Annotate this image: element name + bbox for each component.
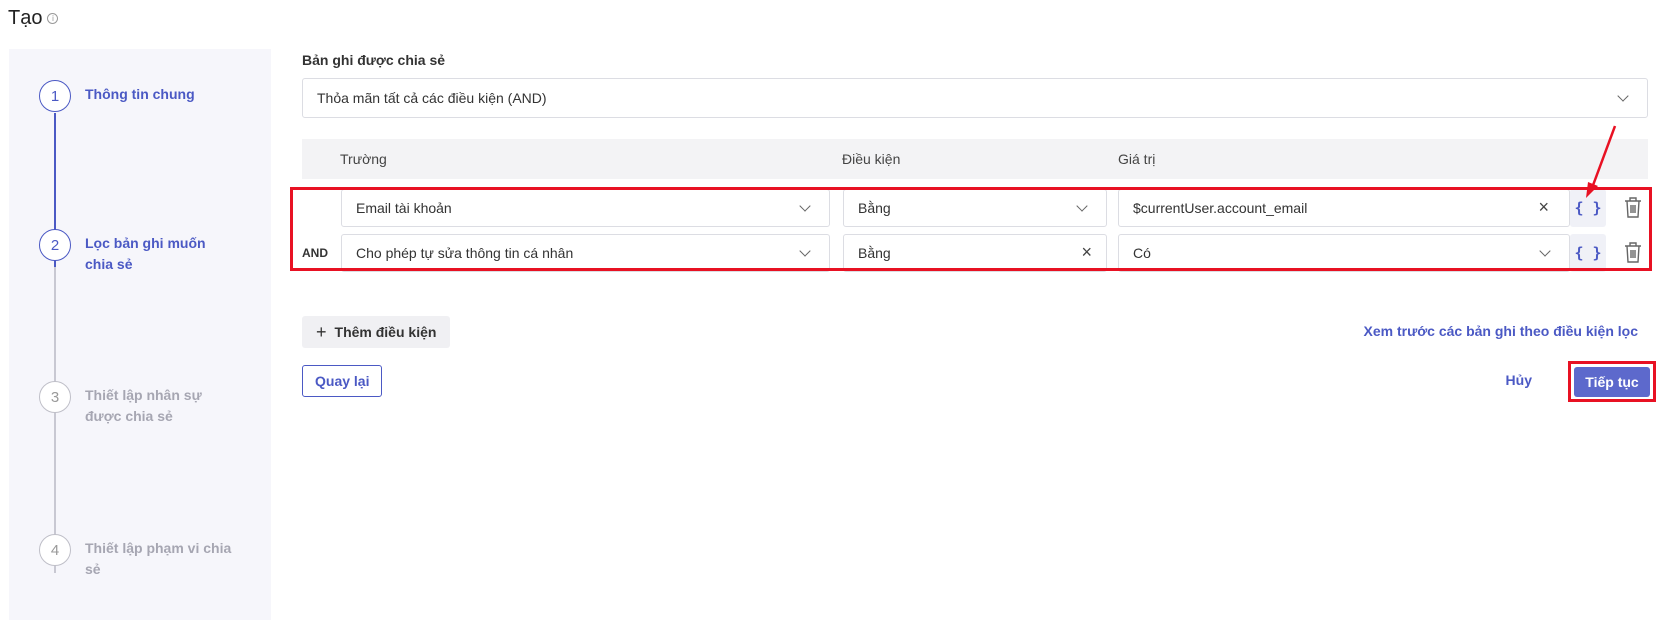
cancel-button[interactable]: Hủy	[1506, 372, 1532, 388]
value-select[interactable]: Có	[1118, 234, 1570, 272]
step-number: 2	[39, 229, 71, 261]
condition-select-value: Bằng	[858, 245, 891, 261]
step-2[interactable]: 2 Lọc bản ghi muốn chia sẻ	[39, 229, 235, 275]
add-condition-label: Thêm điều kiện	[334, 324, 437, 340]
step-label: Thiết lập nhân sự được chia sẻ	[85, 387, 202, 424]
condition-select[interactable]: Bằng	[843, 189, 1107, 227]
annotation-arrow-icon	[1586, 125, 1617, 198]
step-3[interactable]: 3 Thiết lập nhân sự được chia sẻ	[39, 381, 235, 427]
step-label: Lọc bản ghi muốn chia sẻ	[85, 235, 206, 272]
logic-select[interactable]: Thỏa mãn tất cả các điều kiện (AND)	[302, 78, 1648, 118]
chevron-down-icon	[799, 245, 811, 257]
condition-row: Email tài khoản Bằng $currentUser.accoun…	[302, 189, 1648, 227]
add-condition-button[interactable]: + Thêm điều kiện	[302, 316, 451, 348]
next-button[interactable]: Tiếp tục	[1574, 367, 1650, 397]
trash-icon[interactable]	[1623, 241, 1643, 263]
column-header-field: Trường	[340, 151, 387, 167]
value-input[interactable]: $currentUser.account_email ×	[1118, 189, 1570, 227]
field-select-value: Email tài khoản	[356, 200, 452, 216]
chevron-down-icon	[1539, 245, 1551, 257]
value-input-text: $currentUser.account_email	[1133, 200, 1308, 216]
value-select-value: Có	[1133, 245, 1151, 261]
section-label: Bản ghi được chia sẻ	[302, 52, 446, 68]
chevron-down-icon	[799, 200, 811, 212]
trash-icon[interactable]	[1623, 196, 1643, 218]
condition-row: AND Cho phép tự sửa thông tin cá nhân Bằ…	[302, 234, 1648, 272]
condition-select[interactable]: Bằng ×	[843, 234, 1107, 272]
page-title-text: Tạo	[8, 7, 43, 29]
step-1[interactable]: 1 Thông tin chung	[39, 80, 235, 112]
info-icon[interactable]: i	[47, 13, 59, 24]
step-number: 3	[39, 381, 71, 413]
field-select[interactable]: Cho phép tự sửa thông tin cá nhân	[341, 234, 830, 272]
highlight-box: Tiếp tục	[1568, 361, 1656, 402]
step-label: Thiết lập phạm vi chia sẻ	[85, 540, 232, 577]
preview-records-link[interactable]: Xem trước các bản ghi theo điều kiện lọc	[1364, 323, 1639, 339]
conjunction-label: AND	[302, 246, 328, 260]
chevron-down-icon	[1076, 200, 1088, 212]
step-label: Thông tin chung	[85, 86, 195, 102]
stepper: 1 Thông tin chung 2 Lọc bản ghi muốn chi…	[9, 49, 271, 620]
step-4[interactable]: 4 Thiết lập phạm vi chia sẻ	[39, 534, 235, 580]
field-select-value: Cho phép tự sửa thông tin cá nhân	[356, 245, 574, 261]
field-select[interactable]: Email tài khoản	[341, 189, 830, 227]
clear-icon[interactable]: ×	[1538, 197, 1549, 218]
variable-button[interactable]: { }	[1570, 234, 1606, 272]
plus-icon: +	[316, 321, 327, 342]
column-header-condition: Điều kiện	[842, 151, 901, 167]
condition-select-value: Bằng	[858, 200, 891, 216]
step-number: 4	[39, 534, 71, 566]
chevron-down-icon	[1617, 90, 1629, 102]
step-number: 1	[39, 80, 71, 112]
page-title: Tạo i	[8, 7, 59, 30]
clear-icon[interactable]: ×	[1081, 242, 1092, 263]
conditions-header: Trường Điều kiện Giá trị	[302, 139, 1648, 179]
column-header-value: Giá trị	[1118, 151, 1156, 167]
back-button[interactable]: Quay lại	[302, 365, 383, 397]
logic-select-value: Thỏa mãn tất cả các điều kiện (AND)	[317, 90, 547, 106]
